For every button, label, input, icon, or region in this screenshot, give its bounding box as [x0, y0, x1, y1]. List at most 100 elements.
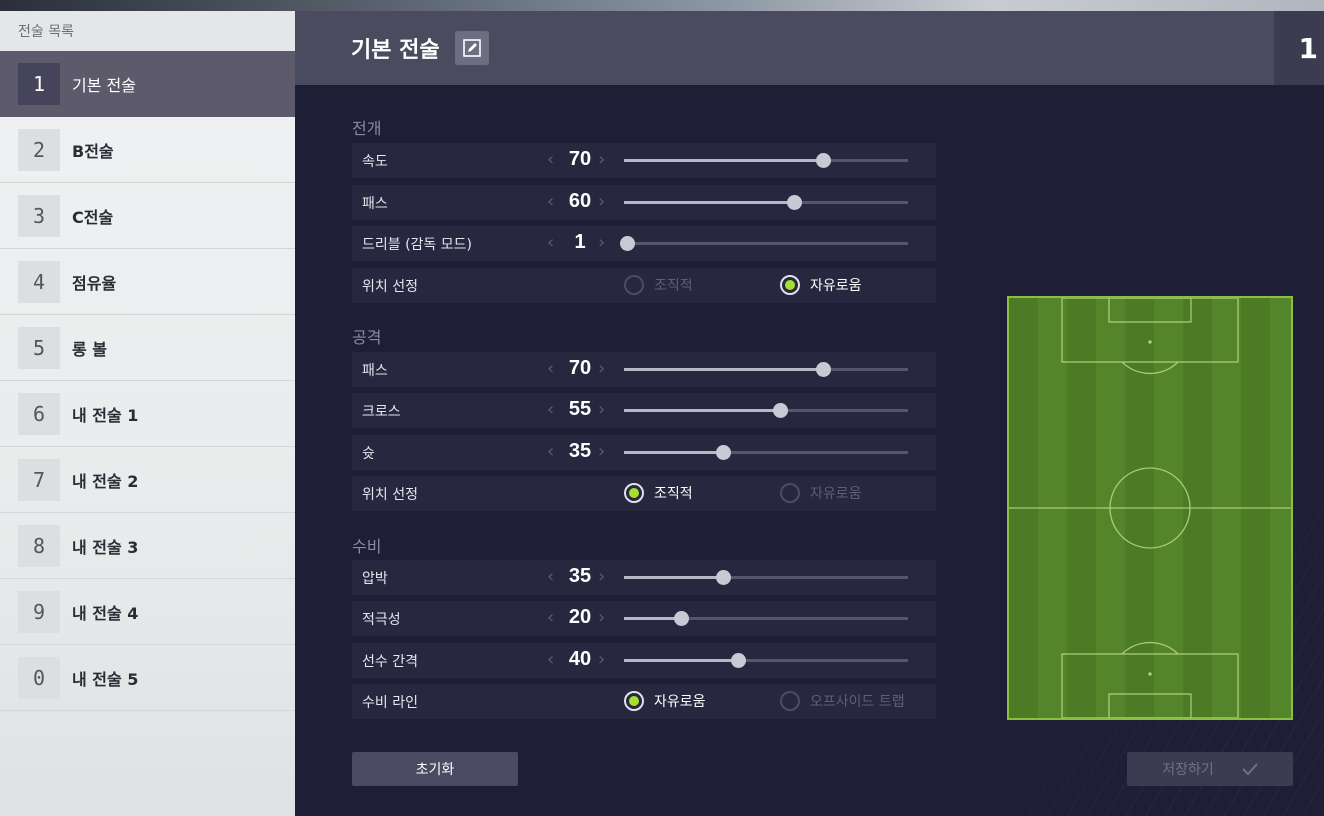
slider-value: 35	[568, 565, 592, 587]
slider-track[interactable]	[624, 195, 908, 210]
tactic-slot-number: 3	[18, 194, 60, 237]
slider-fill	[624, 451, 724, 454]
slider-row-defence-width: 선수 간격 ‹ 40 ›	[352, 643, 936, 678]
tactic-slot-label: 내 전술 3	[72, 537, 139, 557]
slider-value: 1	[574, 231, 586, 253]
decrease-icon[interactable]: ‹	[547, 399, 554, 420]
radio-circle	[624, 483, 644, 503]
decrease-icon[interactable]: ‹	[547, 191, 554, 212]
sidebar-item-tactic-9[interactable]: 9 내 전술 4	[0, 579, 295, 645]
increase-icon[interactable]: ›	[598, 441, 605, 462]
save-button-label: 저장하기	[1162, 761, 1214, 777]
slider-row-buildup-passing: 패스 ‹ 60 ›	[352, 185, 936, 220]
slider-fill	[624, 201, 795, 204]
slider-track[interactable]	[624, 362, 908, 377]
slider-value: 35	[568, 440, 592, 462]
slider-knob[interactable]	[716, 570, 732, 585]
sidebar-item-tactic-1[interactable]: 1 기본 전술	[0, 51, 295, 117]
sidebar-item-tactic-4[interactable]: 4 점유율	[0, 249, 295, 315]
slider-label: 속도	[362, 154, 388, 170]
increase-icon[interactable]: ›	[598, 399, 605, 420]
tactic-slot-number: 9	[18, 590, 60, 633]
slider-value: 40	[568, 648, 592, 670]
increase-icon[interactable]: ›	[598, 149, 605, 170]
radio-option-label: 오프사이드 트랩	[810, 694, 905, 710]
reset-button[interactable]: 초기화	[352, 752, 518, 786]
slider-knob[interactable]	[815, 362, 831, 377]
radio-row-attack-positioning: 위치 선정 조직적 자유로움	[352, 476, 936, 511]
section-title-attack: 공격	[352, 328, 382, 347]
slider-knob[interactable]	[730, 653, 746, 668]
sidebar-item-tactic-5[interactable]: 5 롱 볼	[0, 315, 295, 381]
sidebar-item-tactic-10[interactable]: 0 내 전술 5	[0, 645, 295, 711]
decrease-icon[interactable]: ‹	[547, 149, 554, 170]
slider-label: 선수 간격	[362, 654, 418, 670]
slider-track[interactable]	[624, 611, 908, 626]
increase-icon[interactable]: ›	[598, 649, 605, 670]
radio-option-free[interactable]: 자유로움	[624, 691, 706, 711]
slider-label: 드리블 (감독 모드)	[362, 237, 472, 253]
decrease-icon[interactable]: ‹	[547, 358, 554, 379]
decrease-icon[interactable]: ‹	[547, 441, 554, 462]
slider-knob[interactable]	[815, 153, 831, 168]
sidebar-item-tactic-6[interactable]: 6 내 전술 1	[0, 381, 295, 447]
radio-option-label: 자유로움	[654, 694, 706, 710]
increase-icon[interactable]: ›	[598, 607, 605, 628]
slider-label: 패스	[362, 363, 388, 379]
slider-track[interactable]	[624, 403, 908, 418]
tactic-editor-panel: 기본 전술 1 전개 속도 ‹ 70 › 패스 ‹ 60 › 드리블 (감독 모…	[295, 11, 1324, 816]
tactic-slot-label: 내 전술 5	[72, 669, 139, 689]
increase-icon[interactable]: ›	[598, 191, 605, 212]
increase-icon[interactable]: ›	[598, 232, 605, 253]
slider-track[interactable]	[624, 445, 908, 460]
radio-option-organised[interactable]: 조직적	[624, 483, 693, 503]
decrease-icon[interactable]: ‹	[547, 232, 554, 253]
radio-circle	[780, 275, 800, 295]
tactic-slot-label: 롱 볼	[72, 339, 108, 359]
tactic-slot-number: 2	[18, 128, 60, 171]
sidebar-item-tactic-7[interactable]: 7 내 전술 2	[0, 447, 295, 513]
slider-label: 크로스	[362, 404, 401, 420]
sidebar-item-tactic-3[interactable]: 3 C전술	[0, 183, 295, 249]
slider-row-buildup-speed: 속도 ‹ 70 ›	[352, 143, 936, 178]
tactic-slot-label: 내 전술 1	[72, 405, 139, 425]
slider-fill	[624, 576, 724, 579]
slider-row-defence-pressure: 압박 ‹ 35 ›	[352, 560, 936, 595]
slider-row-buildup-dribbling: 드리블 (감독 모드) ‹ 1 ›	[352, 226, 936, 261]
decrease-icon[interactable]: ‹	[547, 607, 554, 628]
slider-fill	[624, 617, 681, 620]
checkmark-icon	[1242, 763, 1258, 775]
slider-knob[interactable]	[619, 236, 635, 251]
sidebar-item-tactic-2[interactable]: 2 B전술	[0, 117, 295, 183]
slider-row-attack-shooting: 슛 ‹ 35 ›	[352, 435, 936, 470]
slider-track[interactable]	[624, 653, 908, 668]
save-button[interactable]: 저장하기	[1127, 752, 1293, 786]
radio-circle	[624, 691, 644, 711]
slider-row-attack-passing: 패스 ‹ 70 ›	[352, 352, 936, 387]
radio-row-label: 위치 선정	[362, 279, 418, 295]
increase-icon[interactable]: ›	[598, 358, 605, 379]
decrease-icon[interactable]: ‹	[547, 566, 554, 587]
radio-row-defence-line: 수비 라인 자유로움 오프사이드 트랩	[352, 684, 936, 719]
tactic-slot-number: 7	[18, 458, 60, 501]
slider-knob[interactable]	[673, 611, 689, 626]
slider-track[interactable]	[619, 236, 908, 251]
rename-button[interactable]	[455, 31, 489, 65]
slider-label: 압박	[362, 571, 388, 587]
radio-option-label: 자유로움	[810, 278, 862, 294]
slider-knob[interactable]	[773, 403, 789, 418]
radio-option-organised[interactable]: 조직적	[624, 275, 693, 295]
radio-option-free[interactable]: 자유로움	[780, 483, 862, 503]
slider-knob[interactable]	[787, 195, 803, 210]
increase-icon[interactable]: ›	[598, 566, 605, 587]
tactic-slot-number: 1	[18, 62, 60, 105]
sidebar-item-tactic-8[interactable]: 8 내 전술 3	[0, 513, 295, 579]
slider-track[interactable]	[624, 570, 908, 585]
slider-track[interactable]	[624, 153, 908, 168]
slider-knob[interactable]	[716, 445, 732, 460]
decrease-icon[interactable]: ‹	[547, 649, 554, 670]
radio-option-offside-trap[interactable]: 오프사이드 트랩	[780, 691, 905, 711]
radio-circle	[624, 275, 644, 295]
slider-fill	[624, 368, 823, 371]
radio-option-free[interactable]: 자유로움	[780, 275, 862, 295]
